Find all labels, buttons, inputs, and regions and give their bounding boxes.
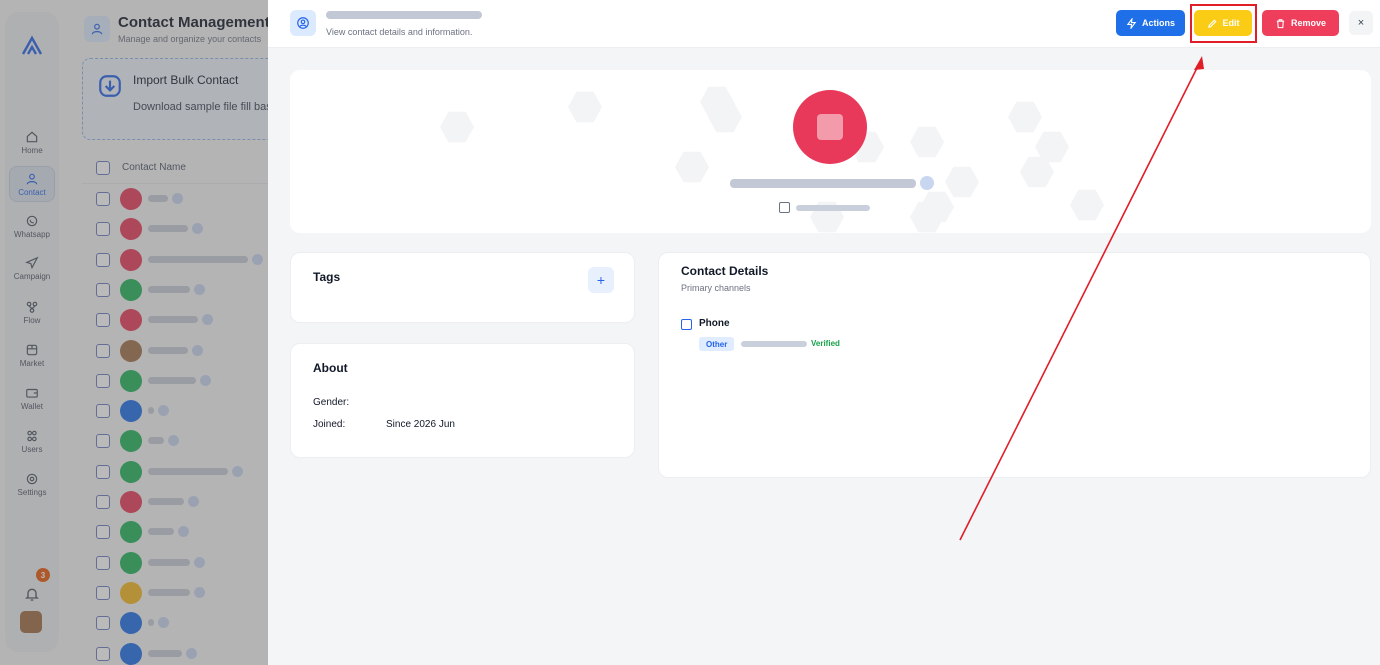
trash-icon (1276, 18, 1285, 28)
about-title: About (313, 361, 348, 375)
joined-value: Since 2026 Jun (386, 419, 455, 430)
phone-number-blurred (741, 341, 807, 347)
hex-decoration (910, 126, 944, 158)
edit-highlight-annotation (1190, 4, 1257, 43)
contact-circle-icon (290, 10, 316, 36)
hex-decoration (1008, 101, 1042, 133)
hex-decoration (945, 166, 979, 198)
add-tag-button[interactable]: + (588, 267, 614, 293)
contact-name-blurred (326, 11, 482, 19)
contact-detail-panel: View contact details and information. Ac… (268, 0, 1380, 665)
hex-decoration (440, 111, 474, 143)
hex-decoration (568, 91, 602, 123)
phone-type-badge: Other (699, 337, 735, 351)
tags-card: Tags + (290, 252, 635, 323)
actions-label: Actions (1141, 18, 1175, 28)
contact-details-card: Contact Details Primary channels Phone O… (658, 252, 1371, 478)
gender-label: Gender: (313, 397, 350, 408)
hex-decoration (675, 151, 709, 183)
phone-card-icon (779, 202, 790, 213)
contact-phone-blurred (796, 205, 870, 211)
contact-avatar (793, 90, 867, 164)
actions-button[interactable]: Actions (1116, 10, 1185, 36)
verified-check-icon (920, 176, 934, 190)
remove-label: Remove (1290, 18, 1326, 28)
contact-name-blurred (730, 179, 916, 188)
hex-decoration (1070, 189, 1104, 221)
joined-label: Joined: (313, 419, 346, 430)
lightning-icon (1126, 17, 1137, 29)
verified-status: Verified (811, 339, 840, 348)
remove-button[interactable]: Remove (1262, 10, 1339, 36)
close-button[interactable]: × (1349, 11, 1373, 35)
contact-details-title: Contact Details (681, 264, 769, 278)
phone-label: Phone (699, 318, 730, 329)
tags-title: Tags (313, 270, 341, 284)
contact-details-subtitle: Primary channels (681, 283, 751, 293)
detail-subtitle: View contact details and information. (326, 27, 473, 37)
contact-hero (290, 70, 1371, 233)
phone-card-icon (681, 319, 692, 330)
about-card: About Gender: Joined: Since 2026 Jun (290, 343, 635, 458)
